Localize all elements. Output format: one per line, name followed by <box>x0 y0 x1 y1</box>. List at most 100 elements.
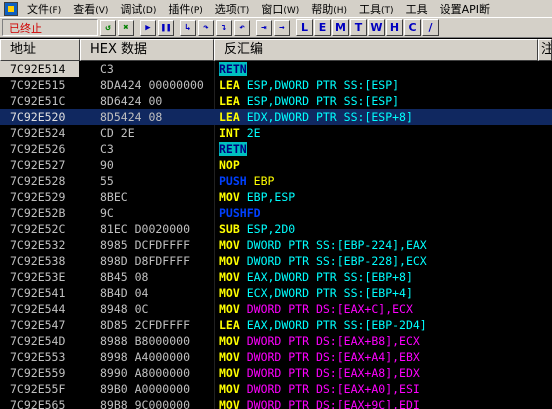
row-hex: C3 <box>100 142 114 156</box>
operand-spacer <box>240 366 247 380</box>
row-disassembly: LEA ESP,DWORD PTR SS:[ESP] <box>219 77 552 93</box>
menu-item[interactable]: 调试(D) <box>114 1 162 17</box>
disasm-row[interactable]: 7C92E52C 81EC D0020000 SUB ESP,2D0 <box>0 221 552 237</box>
row-disassembly: MOV ECX,DWORD PTR SS:[EBP+4] <box>219 285 552 301</box>
disasm-row[interactable]: 7C92E514 C3 RETN <box>0 61 552 77</box>
row-operands: EAX,DWORD PTR SS:[EBP+8] <box>246 270 413 284</box>
window-button[interactable]: H <box>386 19 403 36</box>
disasm-row[interactable]: 7C92E527 90 NOP <box>0 157 552 173</box>
row-hex: 8D5424 08 <box>100 110 163 124</box>
execute-till-return-icon[interactable]: ⇥ <box>256 19 272 36</box>
header-hex[interactable]: HEX 数据 <box>80 39 214 61</box>
window-button[interactable]: E <box>314 19 331 36</box>
row-hex: 8D85 2CFDFFFF <box>100 318 191 332</box>
window-button[interactable]: L <box>296 19 313 36</box>
window-button[interactable]: M <box>332 19 349 36</box>
menu-item[interactable]: 工具(T) <box>353 1 400 17</box>
menu-item[interactable]: 帮助(H) <box>305 1 353 17</box>
row-mnemonic: MOV <box>219 302 240 316</box>
disasm-row[interactable]: 7C92E553 8998 A4000000 MOV DWORD PTR DS:[E… <box>0 349 552 365</box>
app-icon[interactable] <box>4 1 18 16</box>
disasm-row[interactable]: 7C92E53E 8B45 08 MOV EAX,DWORD PTR SS:[EBP… <box>0 269 552 285</box>
disasm-row[interactable]: 7C92E532 8985 DCFDFFFF MOV DWORD PTR SS:[E… <box>0 237 552 253</box>
row-mnemonic: LEA <box>219 318 240 332</box>
disasm-row[interactable]: 7C92E541 8B4D 04 MOV ECX,DWORD PTR SS:[EBP… <box>0 285 552 301</box>
row-address: 7C92E515 <box>10 78 66 92</box>
row-address: 7C92E547 <box>10 318 66 332</box>
menu-item[interactable]: 文件(F) <box>21 1 67 17</box>
row-mnemonic: MOV <box>219 238 240 252</box>
menu-item-label: 文件 <box>27 2 49 16</box>
pause-icon[interactable]: ❚❚ <box>158 19 174 36</box>
menu-item[interactable]: 选项(T) <box>209 1 256 17</box>
disasm-row[interactable]: 7C92E529 8BEC MOV EBP,ESP <box>0 189 552 205</box>
step-over-icon[interactable]: ↷ <box>198 19 214 36</box>
row-address: 7C92E54D <box>10 334 66 348</box>
menu-item[interactable]: 工具 <box>400 1 434 17</box>
disasm-row[interactable]: 7C92E559 8990 A8000000 MOV DWORD PTR DS:[E… <box>0 365 552 381</box>
header-disasm[interactable]: 反汇编 <box>214 39 538 61</box>
row-address: 7C92E51C <box>10 94 66 108</box>
row-disassembly: MOV DWORD PTR DS:[EAX+9C],EDI <box>219 397 552 409</box>
disassembly-pane[interactable]: 7C92E514 C3 RETN 7C92E515 8DA424 00000000 LEA… <box>0 61 552 409</box>
disasm-row[interactable]: 7C92E565 89B8 9C000000 MOV DWORD PTR DS:[E… <box>0 397 552 409</box>
row-address: 7C92E520 <box>0 109 79 125</box>
row-operands: DWORD PTR DS:[EAX+A8],EDX <box>246 366 420 380</box>
row-hex: 89B8 9C000000 <box>100 398 191 409</box>
close-icon[interactable]: ✖ <box>118 19 134 36</box>
row-address: 7C92E544 <box>10 302 66 316</box>
disasm-row[interactable]: 7C92E515 8DA424 00000000 LEA ESP,DWORD PTR… <box>0 77 552 93</box>
operand-spacer <box>240 286 247 300</box>
window-button[interactable]: C <box>404 19 421 36</box>
row-hex: 8948 0C <box>100 302 149 316</box>
disasm-row[interactable]: 7C92E528 55 PUSH EBP <box>0 173 552 189</box>
operand-spacer <box>240 350 247 364</box>
header-comment[interactable]: 注 <box>538 39 552 61</box>
trace-into-icon[interactable]: ↴ <box>216 19 232 36</box>
disasm-row[interactable]: 7C92E524 CD 2E INT 2E <box>0 125 552 141</box>
row-operands: EBP,ESP <box>246 190 296 204</box>
disasm-row[interactable]: 7C92E51C 8D6424 00 LEA ESP,DWORD PTR SS:[E… <box>0 93 552 109</box>
header-address[interactable]: 地址 <box>0 39 80 61</box>
row-mnemonic: LEA <box>219 110 240 124</box>
row-mnemonic: PUSHFD <box>219 206 261 220</box>
disasm-row[interactable]: 7C92E526 C3 RETN <box>0 141 552 157</box>
window-button[interactable]: W <box>368 19 385 36</box>
row-address: 7C92E553 <box>10 350 66 364</box>
row-operands: EBP <box>253 174 275 188</box>
row-hex: 8988 B8000000 <box>100 334 191 348</box>
row-hex: 8D6424 00 <box>100 94 163 108</box>
run-icon[interactable]: ▶ <box>140 19 156 36</box>
disasm-row[interactable]: 7C92E52B 9C PUSHFD <box>0 205 552 221</box>
disasm-row[interactable]: 7C92E520 8D5424 08 LEA EDX,DWORD PTR SS:[E… <box>0 109 552 125</box>
row-disassembly: MOV DWORD PTR DS:[EAX+B8],ECX <box>219 333 552 349</box>
menu-item-accelerator: (D) <box>142 5 157 16</box>
step-into-icon[interactable]: ↳ <box>180 19 196 36</box>
menu-item[interactable]: 插件(P) <box>162 1 208 17</box>
menu-item[interactable]: 查看(V) <box>67 1 114 17</box>
window-button[interactable]: T <box>350 19 367 36</box>
disasm-row[interactable]: 7C92E547 8D85 2CFDFFFF LEA EAX,DWORD PTR S… <box>0 317 552 333</box>
row-mnemonic: MOV <box>219 286 240 300</box>
disasm-row[interactable]: 7C92E55F 89B0 A0000000 MOV DWORD PTR DS:[E… <box>0 381 552 397</box>
restart-icon[interactable]: ↺ <box>100 19 116 36</box>
row-hex: 8990 A8000000 <box>100 366 191 380</box>
trace-over-icon[interactable]: ↶ <box>234 19 250 36</box>
row-mnemonic: MOV <box>219 350 240 364</box>
disasm-row[interactable]: 7C92E54D 8988 B8000000 MOV DWORD PTR DS:[E… <box>0 333 552 349</box>
row-disassembly: PUSHFD <box>219 205 552 221</box>
row-address: 7C92E532 <box>10 238 66 252</box>
menu-item-label: 插件 <box>168 2 191 16</box>
goto-icon[interactable]: → <box>274 19 290 36</box>
row-address: 7C92E528 <box>10 174 66 188</box>
window-button[interactable]: / <box>422 19 439 36</box>
row-disassembly: MOV DWORD PTR SS:[EBP-224],EAX <box>219 237 552 253</box>
disasm-row[interactable]: 7C92E538 898D D8FDFFFF MOV DWORD PTR SS:[E… <box>0 253 552 269</box>
row-address: 7C92E53E <box>10 270 66 284</box>
row-disassembly: RETN <box>219 141 552 157</box>
menu-item[interactable]: 窗口(W) <box>255 1 305 17</box>
row-operands: DWORD PTR DS:[EAX+9C],EDI <box>246 398 420 409</box>
row-disassembly: LEA EDX,DWORD PTR SS:[ESP+8] <box>219 109 552 125</box>
menu-item[interactable]: 设置API断 <box>434 1 496 17</box>
disasm-row[interactable]: 7C92E544 8948 0C MOV DWORD PTR DS:[EAX+C],… <box>0 301 552 317</box>
